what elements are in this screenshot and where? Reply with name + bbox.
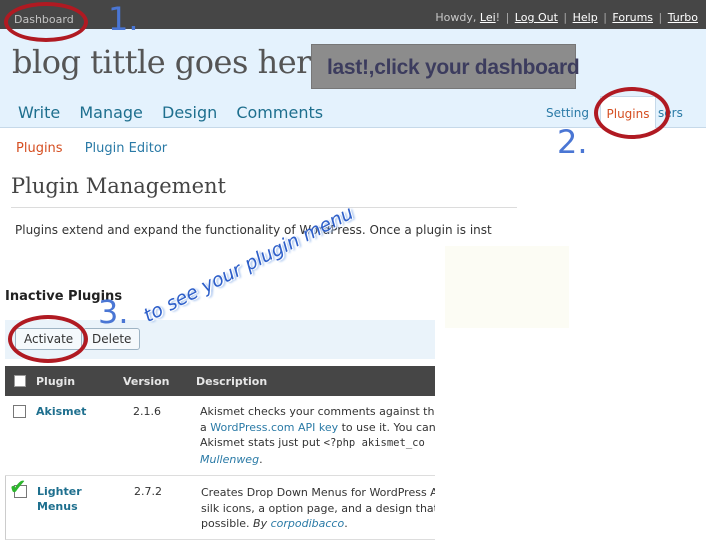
howdy-suffix: ! [495, 11, 501, 24]
logout-link[interactable]: Log Out [515, 11, 558, 24]
annotation-note: to see your plugin menu [140, 201, 357, 327]
main-nav: Write Manage Design Comments [18, 103, 337, 122]
step-2-number: 2. [557, 123, 588, 161]
checkmark-icon: ✔ [9, 475, 27, 499]
turbo-link[interactable]: Turbo [668, 11, 698, 24]
user-bar: Howdy, Lei! | Log Out | Help | Forums | … [435, 11, 698, 24]
desc-text: to use it. You can r [338, 420, 435, 434]
desc-line: Creates Drop Down Menus for WordPress Ad [201, 486, 435, 499]
step-1-number: 1. [108, 0, 139, 38]
nav-settings[interactable]: Setting [546, 106, 589, 120]
plugins-table-header: Plugin Version Description [5, 366, 435, 396]
desc-text: a [200, 420, 211, 434]
plugin-name[interactable]: Lighter Menus [37, 484, 97, 514]
api-key-link[interactable]: WordPress.com API key [210, 421, 338, 434]
col-version: Version [123, 375, 170, 388]
highlight-ring-dashboard [4, 2, 88, 42]
faded-area [445, 246, 569, 328]
divider: | [563, 11, 568, 24]
desc-text: . [344, 517, 348, 530]
plugin-description: Creates Drop Down Menus for WordPress Ad… [201, 485, 435, 532]
highlight-ring-activate [8, 315, 88, 363]
help-link[interactable]: Help [573, 11, 598, 24]
desc-text: possible. [201, 517, 254, 530]
divider: | [603, 11, 607, 24]
forums-link[interactable]: Forums [612, 11, 653, 24]
divider: | [658, 11, 663, 24]
admin-top-bar: Dashboard Howdy, Lei! | Log Out | Help |… [0, 0, 706, 29]
plugin-version: 2.7.2 [134, 485, 162, 498]
desc-line: a WordPress.com API key to use it. You c… [200, 420, 435, 436]
nav-manage[interactable]: Manage [79, 103, 143, 122]
highlight-ring-plugins [594, 87, 670, 139]
by-label: By [253, 517, 268, 530]
plugin-version: 2.1.6 [133, 405, 161, 418]
desc-line: Akismet checks your comments against the [200, 405, 435, 418]
desc-line: Mullenweg. [200, 452, 435, 468]
divider: | [505, 11, 510, 24]
author-link[interactable]: Mullenweg [200, 453, 259, 466]
plugins-table-body: Akismet 2.1.6 Akismet checks your commen… [5, 396, 435, 540]
subnav-plugin-editor[interactable]: Plugin Editor [85, 141, 167, 156]
plugin-checkbox[interactable] [13, 405, 26, 418]
desc-line: silk icons, a option page, and a design … [201, 501, 435, 515]
desc-line: possible. By corpodibacco. [201, 516, 435, 532]
instruction-text: last!,click your dashboard [327, 56, 580, 79]
page-title: Plugin Management [11, 174, 226, 198]
step-3-number: 3. [98, 293, 129, 331]
nav-write[interactable]: Write [18, 103, 60, 122]
plugin-description: Akismet checks your comments against the… [200, 404, 435, 467]
nav-design[interactable]: Design [162, 103, 217, 122]
delete-button[interactable]: Delete [83, 328, 141, 350]
user-link[interactable]: Lei [480, 11, 496, 24]
code-snippet: <?php akismet_co [323, 437, 425, 449]
select-all-checkbox[interactable] [14, 375, 26, 387]
instruction-banner: last!,click your dashboard [311, 44, 580, 89]
col-description: Description [196, 375, 268, 388]
plugins-subnav: Plugins Plugin Editor [16, 141, 167, 156]
nav-comments[interactable]: Comments [236, 103, 323, 122]
blog-title[interactable]: blog tittle goes here [12, 43, 330, 81]
plugin-name[interactable]: Akismet [36, 404, 96, 419]
table-row: Lighter Menus 2.7.2 Creates Drop Down Me… [5, 476, 435, 540]
divider [11, 207, 517, 208]
desc-text: . [259, 452, 263, 466]
desc-line: Akismet stats just put <?php akismet_co [200, 435, 435, 452]
intro-text: Plugins extend and expand the functional… [15, 223, 492, 237]
author-link[interactable]: corpodibacco [271, 517, 345, 530]
desc-text: Akismet stats just put [200, 436, 324, 449]
table-row: Akismet 2.1.6 Akismet checks your commen… [5, 396, 435, 476]
col-plugin: Plugin [36, 375, 76, 388]
howdy-text: Howdy, [435, 11, 477, 24]
subnav-plugins[interactable]: Plugins [16, 141, 63, 156]
